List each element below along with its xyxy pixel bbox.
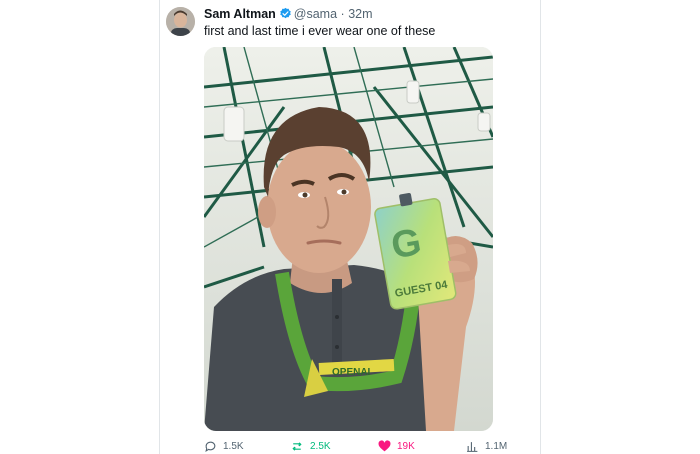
like-count: 19K	[397, 440, 415, 452]
retweet-icon	[290, 440, 304, 453]
like-button[interactable]: 19K	[378, 440, 415, 452]
lanyard-text: OPENAI	[332, 367, 371, 378]
views-icon	[466, 440, 479, 453]
views-count: 1.1M	[485, 441, 508, 452]
retweet-button[interactable]: 2.5K	[290, 440, 331, 453]
tweet-photo[interactable]: OPENAI G GUEST 04	[204, 47, 493, 431]
tweet-text: first and last time i ever wear one of t…	[204, 24, 436, 38]
reply-button[interactable]: 1.5K	[204, 440, 244, 453]
verified-badge-icon	[279, 7, 292, 24]
tweet-actions: 1.5K 2.5K 19K 1.1M	[204, 440, 507, 454]
author-avatar[interactable]	[166, 7, 195, 36]
author-name[interactable]: Sam Altman	[204, 7, 276, 21]
author-handle[interactable]: @sama	[294, 7, 337, 21]
header-separator: ·	[340, 7, 345, 21]
avatar-image	[166, 7, 195, 36]
reply-icon	[204, 440, 217, 453]
retweet-count: 2.5K	[310, 441, 331, 452]
tweet-timestamp[interactable]: 32m	[348, 7, 372, 21]
views-button[interactable]: 1.1M	[466, 440, 507, 453]
heart-icon	[378, 440, 391, 452]
selfie-photo: OPENAI G GUEST 04	[204, 47, 493, 431]
tweet-header: Sam Altman @sama · 32m	[204, 7, 373, 24]
reply-count: 1.5K	[223, 441, 244, 452]
